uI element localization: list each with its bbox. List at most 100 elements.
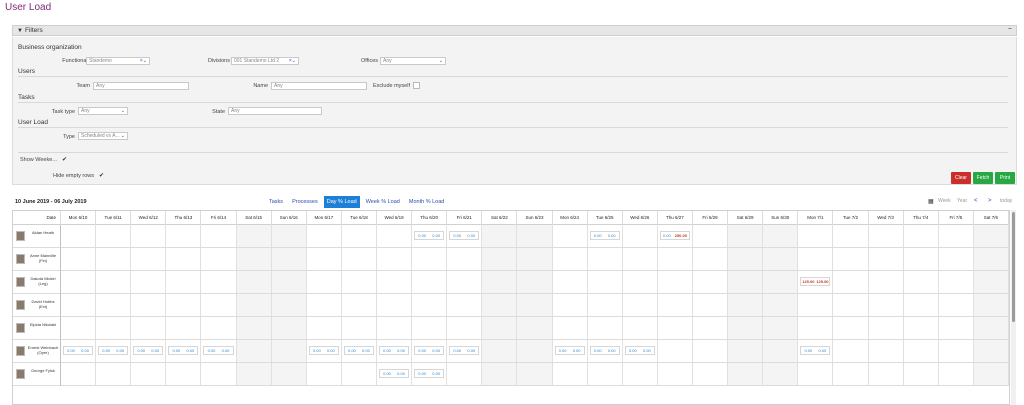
day-cell[interactable] [869, 340, 904, 362]
day-cell[interactable] [447, 271, 483, 293]
day-cell[interactable] [201, 294, 237, 316]
day-cell[interactable] [693, 363, 729, 385]
day-cell[interactable] [412, 317, 448, 339]
user-row-header[interactable]: George Fylsk [13, 363, 61, 386]
day-cell[interactable] [658, 363, 693, 385]
day-cell[interactable] [553, 294, 588, 316]
day-cell[interactable] [96, 225, 132, 247]
day-cell[interactable] [869, 294, 904, 316]
day-cell[interactable] [447, 248, 483, 270]
day-cell[interactable] [447, 317, 483, 339]
day-cell[interactable] [588, 363, 623, 385]
day-cell[interactable] [623, 248, 658, 270]
day-cell[interactable] [201, 225, 237, 247]
day-cell[interactable] [412, 271, 448, 293]
day-cell[interactable] [201, 363, 237, 385]
day-cell[interactable] [763, 317, 799, 339]
day-cell[interactable]: 0.00 0.00 [588, 225, 623, 247]
day-cell[interactable] [728, 340, 764, 362]
day-cell[interactable] [869, 225, 904, 247]
day-cell[interactable] [623, 294, 658, 316]
day-cell[interactable]: 0.00 0.00 [623, 340, 658, 362]
day-cell[interactable] [517, 294, 553, 316]
day-cell[interactable] [939, 363, 974, 385]
day-cell[interactable] [798, 225, 834, 247]
functional-groups-select[interactable]: Standemo ×⌄ [86, 57, 150, 65]
day-cell[interactable] [131, 225, 167, 247]
day-cell[interactable] [517, 225, 553, 247]
tab-week-load[interactable]: Week % Load [363, 196, 403, 208]
day-cell[interactable] [973, 317, 1009, 339]
next-button[interactable]: > [988, 198, 992, 204]
day-cell[interactable] [693, 317, 729, 339]
day-cell[interactable] [728, 294, 764, 316]
day-cell[interactable] [693, 294, 729, 316]
day-cell[interactable] [412, 248, 448, 270]
day-cell[interactable] [61, 317, 97, 339]
day-cell[interactable] [271, 363, 307, 385]
day-cell[interactable] [201, 248, 237, 270]
day-cell[interactable] [307, 317, 342, 339]
filters-toggle-bar[interactable]: ▼ Filters − [12, 25, 1017, 36]
day-cell[interactable] [61, 225, 97, 247]
day-cell[interactable] [904, 248, 939, 270]
day-cell[interactable]: 125.00 125.00 [798, 271, 834, 293]
load-value[interactable]: 0.00 0.00 [379, 346, 410, 355]
day-cell[interactable] [553, 225, 588, 247]
user-row-header[interactable]: Ernest Weinbach (Oper) [13, 340, 61, 363]
day-cell[interactable]: 0.00 0.00 [588, 340, 623, 362]
day-cell[interactable] [939, 248, 974, 270]
day-cell[interactable]: 0.00 0.00 [377, 363, 413, 385]
day-cell[interactable] [482, 340, 518, 362]
day-cell[interactable] [728, 248, 764, 270]
day-cell[interactable] [342, 317, 377, 339]
day-cell[interactable] [939, 294, 974, 316]
tab-tasks[interactable]: Tasks [266, 196, 286, 208]
day-cell[interactable] [763, 225, 799, 247]
day-cell[interactable] [658, 317, 693, 339]
day-cell[interactable] [798, 248, 834, 270]
day-cell[interactable] [96, 363, 132, 385]
day-cell[interactable] [482, 225, 518, 247]
year-button[interactable]: Year [957, 198, 967, 204]
day-cell[interactable] [377, 317, 413, 339]
load-value[interactable]: 0.00 0.00 [414, 369, 445, 378]
load-value[interactable]: 0.00 0.00 [589, 346, 620, 355]
day-cell[interactable] [904, 363, 939, 385]
day-cell[interactable] [658, 248, 693, 270]
day-cell[interactable]: 0.00 0.00 [447, 225, 483, 247]
day-cell[interactable]: 0.00 0.00 [96, 340, 132, 362]
day-cell[interactable] [833, 294, 869, 316]
day-cell[interactable] [482, 248, 518, 270]
day-cell[interactable] [271, 271, 307, 293]
fetch-button[interactable]: Fetch [973, 172, 993, 184]
load-value[interactable]: 0.00 0.00 [343, 346, 374, 355]
day-cell[interactable] [623, 271, 658, 293]
day-cell[interactable] [482, 271, 518, 293]
calendar-icon[interactable]: ▦ [928, 198, 934, 205]
day-cell[interactable]: 0.00 0.00 [553, 340, 588, 362]
day-cell[interactable]: 0.00 0.00 [131, 340, 167, 362]
day-cell[interactable] [553, 363, 588, 385]
day-cell[interactable] [904, 340, 939, 362]
day-cell[interactable] [973, 271, 1009, 293]
day-cell[interactable] [342, 248, 377, 270]
day-cell[interactable] [939, 317, 974, 339]
day-cell[interactable] [588, 317, 623, 339]
load-value[interactable]: 0.00 0.00 [449, 231, 480, 240]
load-value[interactable]: 0.00 0.00 [589, 231, 620, 240]
day-cell[interactable] [96, 248, 132, 270]
load-value[interactable]: 125.00 125.00 [800, 277, 831, 286]
day-cell[interactable] [623, 225, 658, 247]
day-cell[interactable] [973, 340, 1009, 362]
day-cell[interactable] [728, 225, 764, 247]
day-cell[interactable] [973, 363, 1009, 385]
day-cell[interactable] [307, 271, 342, 293]
day-cell[interactable] [236, 271, 272, 293]
user-row-header[interactable]: Anne Mainville (Fin) [13, 248, 61, 271]
day-cell[interactable] [61, 363, 97, 385]
hide-empty-rows-checkbox[interactable]: ✔ [99, 172, 104, 179]
day-cell[interactable] [236, 363, 272, 385]
day-cell[interactable] [166, 248, 202, 270]
day-cell[interactable] [623, 363, 658, 385]
